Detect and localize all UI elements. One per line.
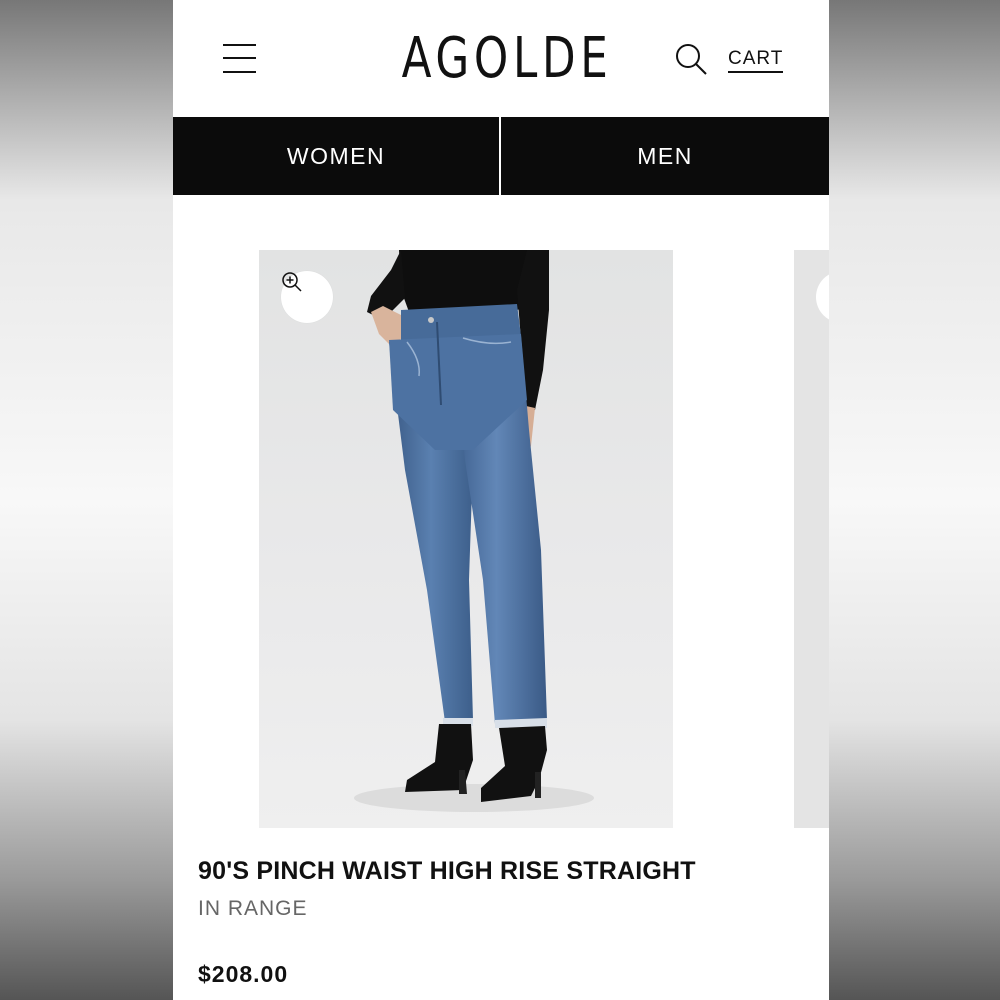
- mobile-page: AGOLDE CART WOMEN MEN 90'S PINCH WAIST H…: [173, 0, 829, 1000]
- search-icon[interactable]: [673, 41, 709, 77]
- site-header: AGOLDE CART: [173, 0, 829, 117]
- background-left: [0, 0, 173, 1000]
- gender-tabs: WOMEN MEN: [173, 117, 829, 195]
- zoom-button[interactable]: [281, 271, 333, 323]
- next-product-image-preview[interactable]: [794, 250, 829, 828]
- product-title[interactable]: 90'S PINCH WAIST HIGH RISE STRAIGHT: [198, 856, 696, 886]
- product-image[interactable]: [259, 250, 673, 828]
- zoom-in-icon: [282, 272, 302, 292]
- product-color: IN RANGE: [198, 897, 308, 920]
- tab-men[interactable]: MEN: [501, 117, 829, 195]
- cart-link[interactable]: CART: [728, 48, 784, 73]
- hamburger-menu-icon[interactable]: [223, 42, 257, 76]
- next-zoom-button[interactable]: [816, 271, 829, 323]
- product-price: $208.00: [198, 961, 289, 987]
- brand-logo[interactable]: AGOLDE: [402, 28, 608, 90]
- background-right: [829, 0, 1000, 1000]
- tab-women[interactable]: WOMEN: [173, 117, 499, 195]
